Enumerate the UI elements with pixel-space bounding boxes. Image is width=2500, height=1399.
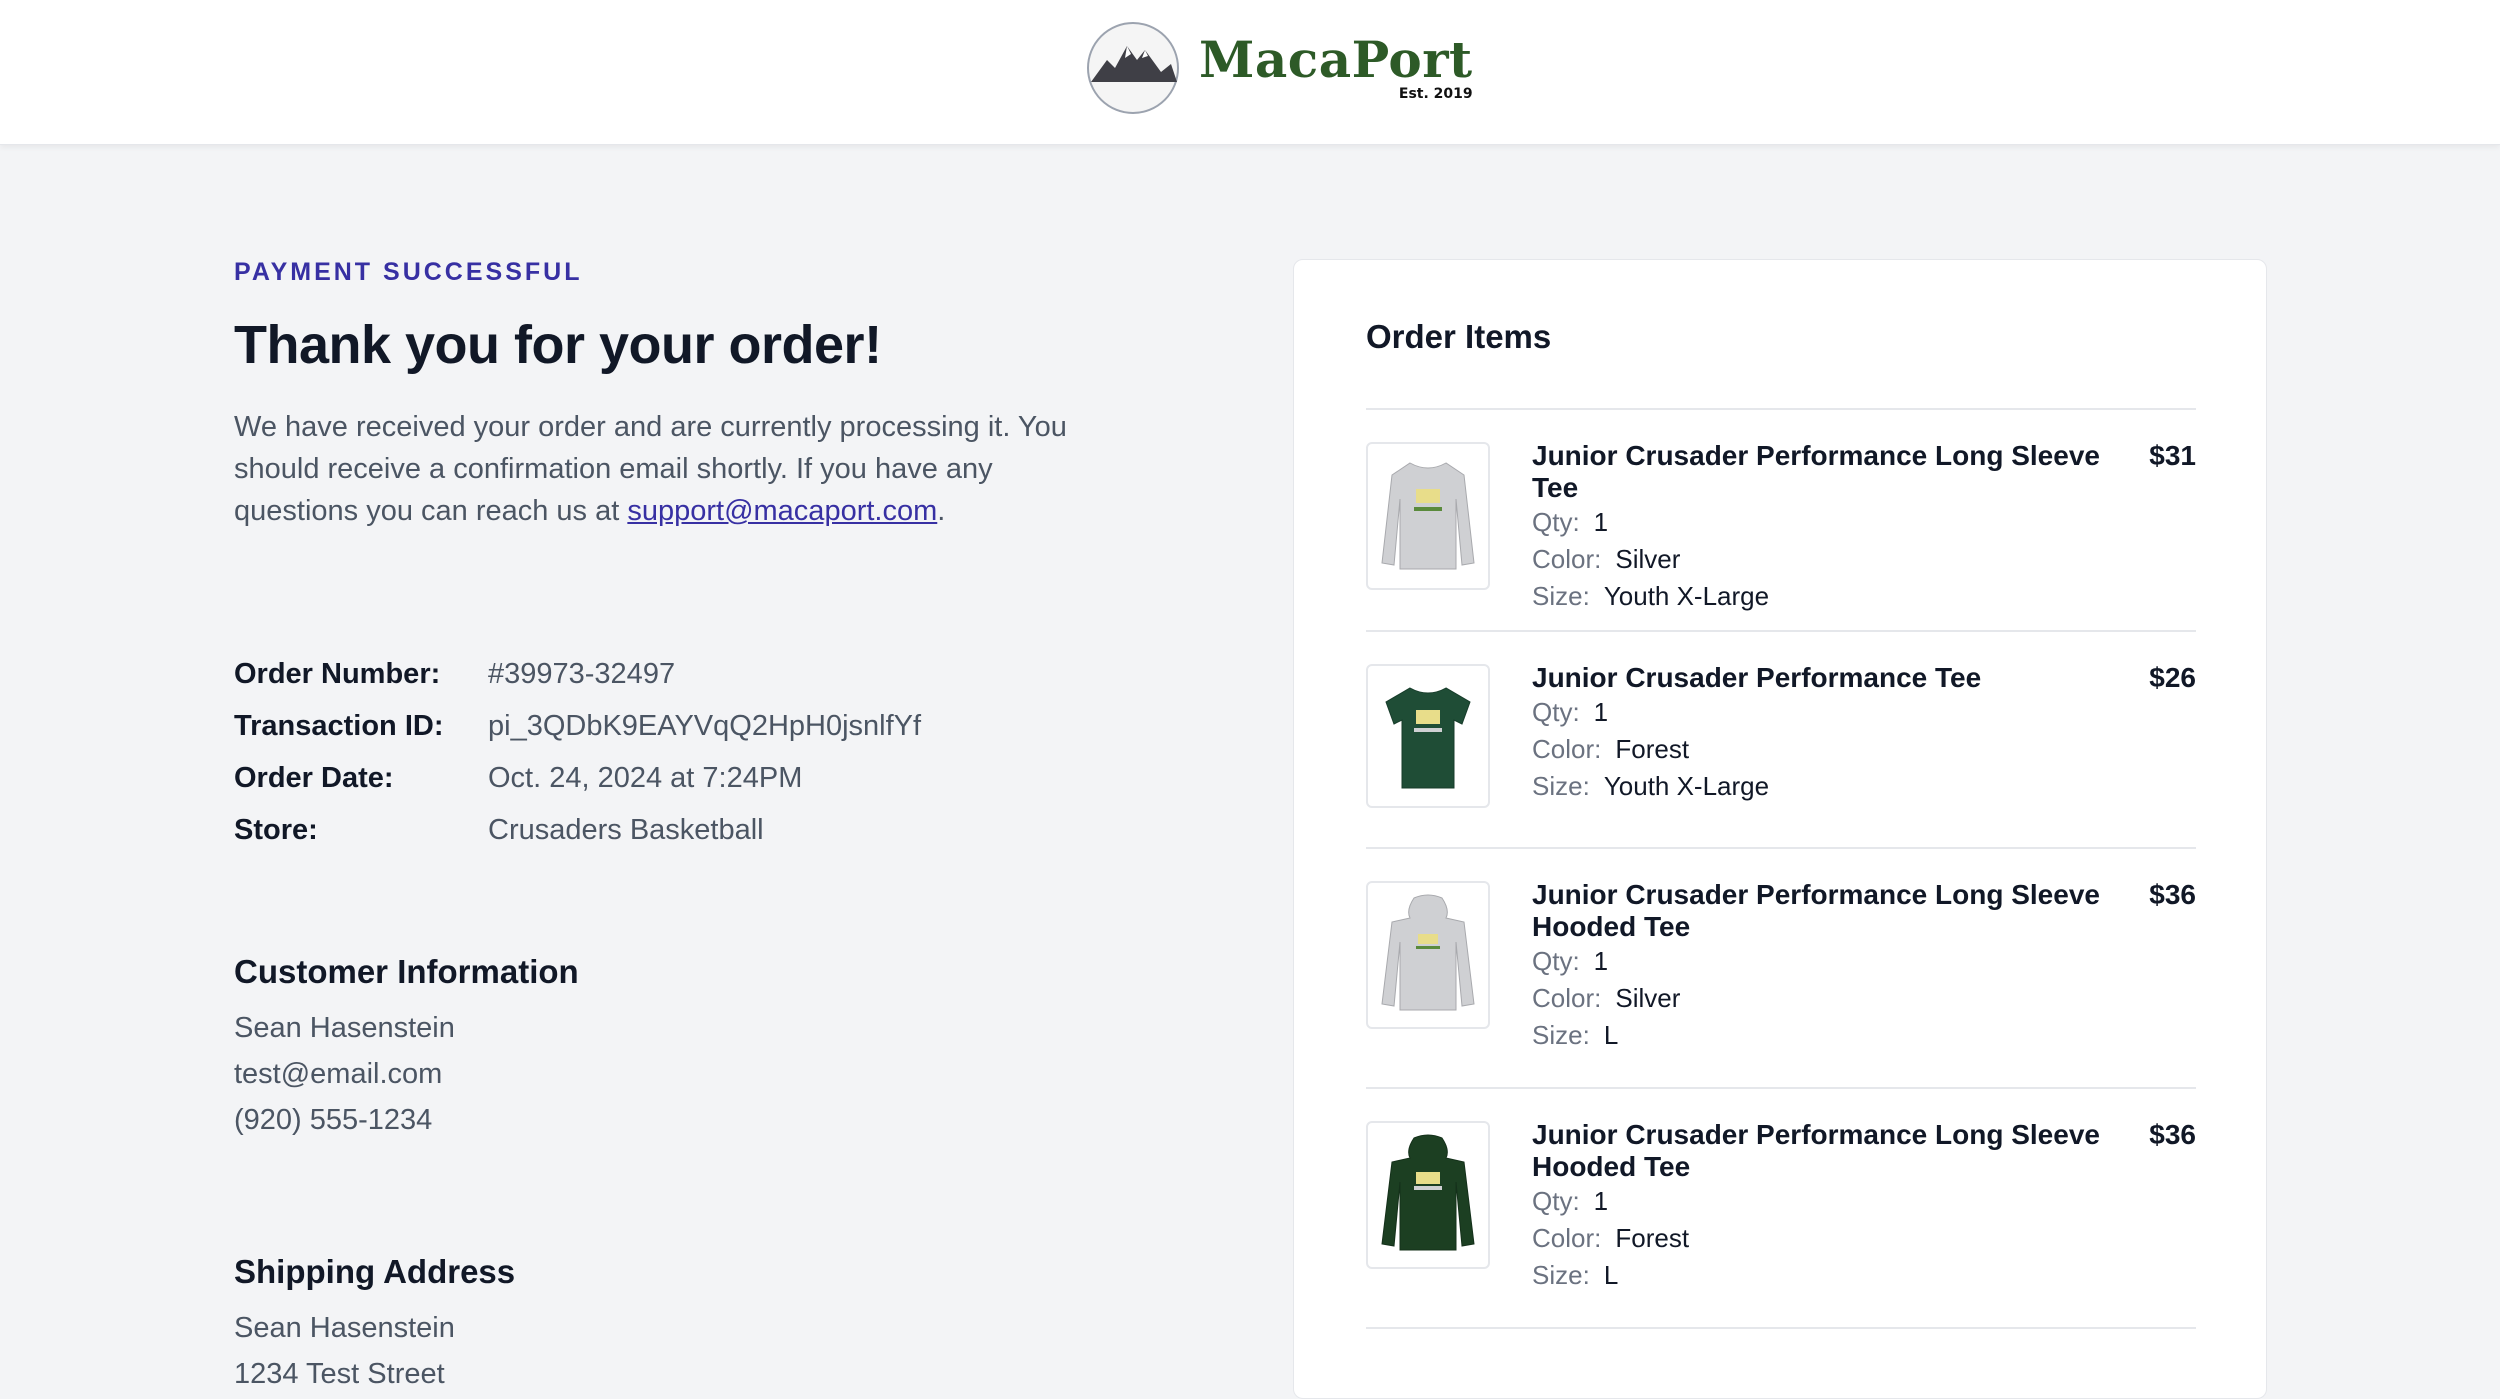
product-thumbnail[interactable]	[1366, 664, 1490, 808]
color-label: Color:	[1532, 1223, 1602, 1253]
brand-logo[interactable]: MacaPort Est. 2019	[1085, 20, 1473, 116]
color-value: Silver	[1615, 544, 1681, 574]
item-color: Color: Forest	[1532, 1220, 2132, 1257]
customer-information: Customer Information Sean Hasenstein tes…	[234, 953, 934, 1143]
mountain-logo-icon	[1087, 22, 1179, 114]
product-thumbnail[interactable]	[1366, 442, 1490, 590]
item-price: $31	[2149, 440, 2196, 471]
product-thumbnail[interactable]	[1366, 1121, 1490, 1269]
shipping-name: Sean Hasenstein	[234, 1312, 455, 1344]
qty-label: Qty:	[1532, 1186, 1580, 1216]
detail-label: Order Date:	[234, 761, 394, 794]
detail-label: Transaction ID:	[234, 709, 444, 742]
item-color: Color: Forest	[1532, 731, 2132, 768]
customer-email: test@email.com	[234, 1058, 443, 1090]
detail-row-store: Store: Crusaders Basketball	[234, 804, 1134, 856]
item-qty: Qty: 1	[1532, 694, 2132, 731]
qty-value: 1	[1593, 946, 1609, 976]
item-name: Junior Crusader Performance Tee	[1532, 662, 1982, 693]
order-items-list: Junior Crusader Performance Long Sleeve …	[1366, 408, 2196, 1329]
qty-label: Qty:	[1532, 697, 1580, 727]
detail-label: Store:	[234, 813, 318, 846]
qty-value: 1	[1593, 697, 1609, 727]
item-size: Size: Youth X-Large	[1532, 578, 2132, 615]
order-number-value: #39973-32497	[488, 657, 676, 690]
qty-value: 1	[1593, 507, 1609, 537]
list-item[interactable]: Junior Crusader Performance Long Sleeve …	[1366, 410, 2196, 632]
confirmation-message-end: .	[937, 495, 946, 527]
size-label: Size:	[1532, 581, 1590, 611]
transaction-id-value: pi_3QDbK9EAYVqQ2HpH0jsnlfYf	[488, 709, 922, 742]
item-size: Size: L	[1532, 1017, 2132, 1054]
color-label: Color:	[1532, 734, 1602, 764]
size-label: Size:	[1532, 1020, 1590, 1050]
size-value: Youth X-Large	[1603, 771, 1770, 801]
order-items-title: Order Items	[1366, 318, 1552, 355]
qty-value: 1	[1593, 1186, 1609, 1216]
qty-label: Qty:	[1532, 507, 1580, 537]
color-value: Silver	[1615, 983, 1681, 1013]
qty-label: Qty:	[1532, 946, 1580, 976]
detail-row-transaction-id: Transaction ID: pi_3QDbK9EAYVqQ2HpH0jsnl…	[234, 700, 1134, 752]
order-details: Order Number: #39973-32497 Transaction I…	[234, 648, 1134, 856]
order-items-card: Order Items Junior Crusader Performance …	[1293, 259, 2267, 1399]
item-qty: Qty: 1	[1532, 943, 2132, 980]
item-size: Size: L	[1532, 1257, 2132, 1294]
item-details: Junior Crusader Performance Long Sleeve …	[1532, 440, 2132, 615]
list-item[interactable]: Junior Crusader Performance Long Sleeve …	[1366, 1089, 2196, 1329]
color-value: Forest	[1615, 734, 1690, 764]
site-header: MacaPort Est. 2019	[0, 0, 2500, 145]
item-size: Size: Youth X-Large	[1532, 768, 2132, 805]
confirmation-summary: PAYMENT SUCCESSFUL Thank you for your or…	[234, 258, 1114, 532]
item-name: Junior Crusader Performance Long Sleeve …	[1532, 1119, 2100, 1182]
customer-phone: (920) 555-1234	[234, 1104, 433, 1136]
size-value: L	[1603, 1260, 1619, 1290]
size-label: Size:	[1532, 771, 1590, 801]
item-details: Junior Crusader Performance Long Sleeve …	[1532, 879, 2132, 1054]
page-title: Thank you for your order!	[234, 315, 882, 375]
silver-long-sleeve-tee-icon	[1381, 462, 1475, 570]
detail-row-order-number: Order Number: #39973-32497	[234, 648, 1134, 700]
store-value: Crusaders Basketball	[488, 813, 764, 846]
item-price: $36	[2149, 1119, 2196, 1150]
detail-label: Order Number:	[234, 657, 441, 690]
customer-name: Sean Hasenstein	[234, 1012, 455, 1044]
item-qty: Qty: 1	[1532, 1183, 2132, 1220]
item-qty: Qty: 1	[1532, 504, 2132, 541]
forest-tee-icon	[1385, 687, 1471, 789]
item-details: Junior Crusader Performance Long Sleeve …	[1532, 1119, 2132, 1294]
confirmation-message: We have received your order and are curr…	[234, 406, 1114, 532]
item-color: Color: Silver	[1532, 541, 2132, 578]
silver-hooded-tee-icon	[1381, 894, 1475, 1011]
list-item[interactable]: Junior Crusader Performance Long Sleeve …	[1366, 849, 2196, 1089]
shipping-street: 1234 Test Street	[234, 1358, 445, 1390]
brand-established: Est. 2019	[1398, 86, 1473, 102]
color-label: Color:	[1532, 983, 1602, 1013]
customer-information-title: Customer Information	[234, 953, 579, 990]
size-label: Size:	[1532, 1260, 1590, 1290]
color-value: Forest	[1615, 1223, 1690, 1253]
order-date-value: Oct. 24, 2024 at 7:24PM	[488, 761, 803, 794]
list-item[interactable]: Junior Crusader Performance Tee Qty: 1 Co…	[1366, 632, 2196, 849]
size-value: L	[1603, 1020, 1619, 1050]
support-email-link[interactable]: support@macaport.com	[627, 495, 937, 527]
size-value: Youth X-Large	[1603, 581, 1770, 611]
item-price: $26	[2149, 662, 2196, 693]
item-name: Junior Crusader Performance Long Sleeve …	[1532, 879, 2100, 942]
item-details: Junior Crusader Performance Tee Qty: 1 Co…	[1532, 662, 2132, 805]
color-label: Color:	[1532, 544, 1602, 574]
shipping-address-title: Shipping Address	[234, 1253, 516, 1290]
brand-name: MacaPort	[1199, 30, 1473, 89]
payment-status-label: PAYMENT SUCCESSFUL	[234, 258, 583, 286]
product-thumbnail[interactable]	[1366, 881, 1490, 1029]
item-name: Junior Crusader Performance Long Sleeve …	[1532, 440, 2100, 503]
item-price: $36	[2149, 879, 2196, 910]
shipping-address: Shipping Address Sean Hasenstein 1234 Te…	[234, 1253, 934, 1397]
item-color: Color: Silver	[1532, 980, 2132, 1017]
detail-row-order-date: Order Date: Oct. 24, 2024 at 7:24PM	[234, 752, 1134, 804]
forest-hooded-tee-icon	[1381, 1134, 1475, 1251]
